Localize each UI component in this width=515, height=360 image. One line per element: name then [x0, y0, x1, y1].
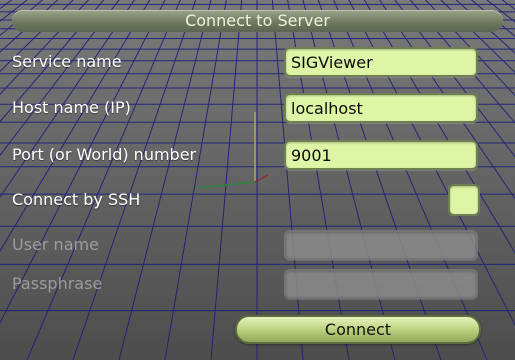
user-name-label: User name: [12, 235, 99, 254]
service-name-input[interactable]: [284, 47, 478, 77]
host-name-input[interactable]: [284, 93, 478, 123]
connect-dialog: Connect to Server Service name Host name…: [0, 0, 515, 360]
connect-button[interactable]: Connect: [235, 315, 481, 344]
port-label: Port (or World) number: [12, 145, 197, 164]
user-name-input[interactable]: [284, 230, 478, 260]
passphrase-label: Passphrase: [12, 274, 103, 293]
ssh-checkbox[interactable]: [448, 184, 480, 216]
port-input[interactable]: [284, 140, 478, 170]
ssh-label: Connect by SSH: [12, 190, 141, 209]
host-name-label: Host name (IP): [12, 98, 131, 117]
dialog-title: Connect to Server: [12, 10, 503, 32]
service-name-label: Service name: [12, 52, 122, 71]
passphrase-input[interactable]: [284, 269, 478, 299]
